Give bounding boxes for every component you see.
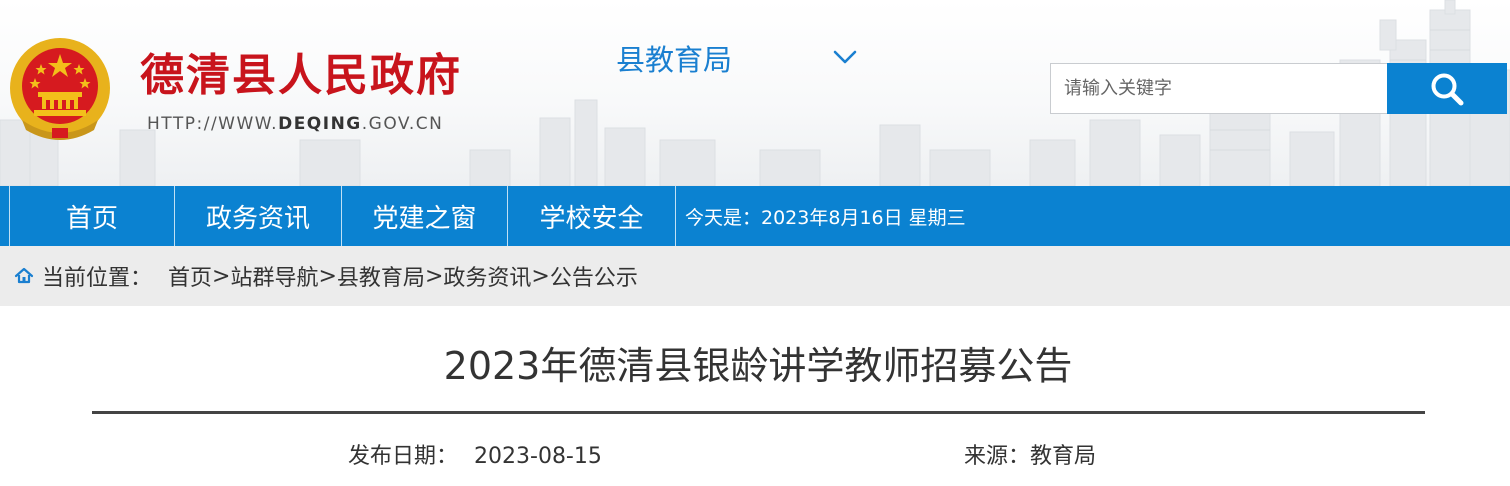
breadcrumb-item-announcements[interactable]: 公告公示 bbox=[550, 260, 638, 292]
breadcrumb-separator: > bbox=[531, 263, 550, 289]
breadcrumb-item-home[interactable]: 首页 bbox=[168, 260, 212, 292]
site-url: HTTP://WWW.DEQING.GOV.CN bbox=[147, 114, 443, 134]
nav-item-party-building[interactable]: 党建之窗 bbox=[342, 186, 508, 246]
url-prefix: HTTP://WWW. bbox=[147, 114, 279, 134]
publish-date: 发布日期： 2023-08-15 bbox=[348, 438, 602, 470]
article-title: 2023年德清县银龄讲学教师招募公告 bbox=[443, 344, 1073, 388]
url-suffix: .GOV.CN bbox=[361, 114, 444, 134]
nav-item-home[interactable]: 首页 bbox=[9, 186, 175, 246]
breadcrumb-label: 当前位置： bbox=[42, 266, 153, 291]
breadcrumb-separator: > bbox=[318, 263, 337, 289]
site-header: 德清县人民政府 HTTP://WWW.DEQING.GOV.CN 县教育局 bbox=[0, 0, 1510, 186]
title-divider bbox=[92, 411, 1425, 414]
today-date: 今天是：2023年8月16日 星期三 bbox=[685, 206, 966, 229]
url-domain: DEQING bbox=[278, 114, 362, 134]
search-input[interactable] bbox=[1051, 64, 1388, 113]
breadcrumb-separator: > bbox=[212, 263, 231, 289]
breadcrumb: 当前位置： 首页 > 站群导航 > 县教育局 > 政务资讯 > 公告公示 bbox=[0, 246, 1510, 306]
breadcrumb-item-site-navigation[interactable]: 站群导航 bbox=[230, 260, 318, 292]
search-box bbox=[1050, 63, 1388, 114]
breadcrumb-separator: > bbox=[424, 263, 444, 289]
nav-item-government-news[interactable]: 政务资讯 bbox=[175, 186, 342, 246]
site-title[interactable]: 德清县人民政府 bbox=[140, 48, 462, 104]
publish-date-label: 发布日期： bbox=[348, 444, 459, 469]
nav-item-school-safety[interactable]: 学校安全 bbox=[508, 186, 676, 246]
search-button[interactable] bbox=[1387, 63, 1507, 114]
source-label: 来源： bbox=[964, 444, 1031, 469]
search-icon bbox=[1431, 73, 1464, 105]
source-value: 教育局 bbox=[1030, 444, 1097, 469]
main-nav: 首页 政务资讯 党建之窗 学校安全 今天是：2023年8月16日 星期三 bbox=[0, 186, 1510, 246]
chevron-down-icon[interactable] bbox=[832, 48, 858, 66]
publish-date-value: 2023-08-15 bbox=[474, 444, 602, 469]
national-emblem-icon bbox=[10, 38, 110, 140]
department-selector[interactable]: 县教育局 bbox=[616, 40, 732, 80]
home-icon bbox=[14, 267, 34, 284]
breadcrumb-item-education-bureau[interactable]: 县教育局 bbox=[337, 260, 425, 292]
article-source: 来源：教育局 bbox=[964, 438, 1096, 470]
breadcrumb-item-government-news[interactable]: 政务资讯 bbox=[443, 260, 531, 292]
